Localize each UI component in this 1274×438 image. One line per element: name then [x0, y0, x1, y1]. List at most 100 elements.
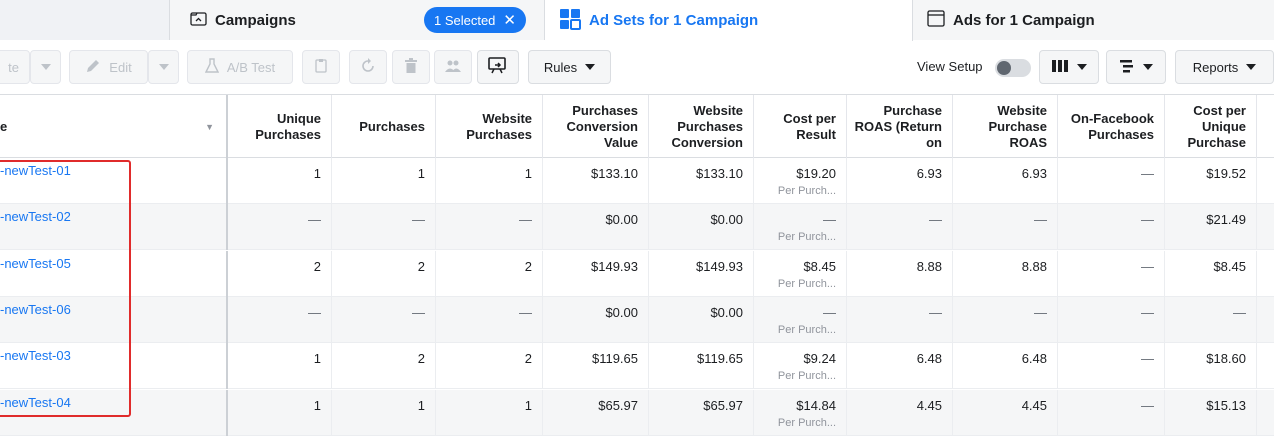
column-header[interactable]: Cost per Unique Purchase — [1165, 95, 1257, 158]
adset-name-link[interactable]: -newTest-06 — [0, 302, 71, 317]
table-row[interactable]: -newTest-01 1 1 1 $133.10 $133.10 $19.20 Per Pu… — [0, 158, 1274, 204]
table-row[interactable]: -newTest-06— — — $0.00 $0.00— Per Purch... — — —… — [0, 296, 1274, 343]
adset-name-link[interactable]: -newTest-03 — [0, 348, 71, 363]
name-column-header[interactable]: e ▼ — [0, 95, 228, 158]
metric-cell: — — [332, 204, 436, 251]
selected-count-pill[interactable]: 1 Selected ✕ — [423, 7, 526, 33]
ab-test-button[interactable]: A/B Test — [187, 50, 293, 84]
edit-button[interactable]: Edit — [69, 50, 148, 84]
metric-value: 1 — [417, 397, 425, 413]
metric-cell: $0.00 — [649, 296, 754, 343]
adset-name-link[interactable]: -newTest-02 — [0, 209, 71, 224]
column-header-label: Purchases Conversion Value — [566, 102, 638, 150]
metric-value: $149.93 — [696, 258, 743, 274]
column-header-label: Website Purchase ROAS — [988, 102, 1047, 150]
view-setup-toggle[interactable] — [995, 59, 1031, 77]
column-header-label: Website Purchases Conversion — [671, 102, 743, 150]
metric-value: $65.97 — [703, 397, 743, 413]
column-header-label: On-Facebook Purchases — [1070, 110, 1154, 142]
table-row[interactable]: -newTest-04 1 1 1 $65.97 $65.97 $14.84 Per Purc… — [0, 389, 1274, 436]
duplicate-dropdown[interactable] — [30, 50, 61, 84]
column-header[interactable]: Purchases Conversion Value — [543, 95, 649, 158]
flask-icon — [204, 57, 220, 77]
reports-button[interactable]: Reports — [1175, 50, 1274, 84]
refresh-button[interactable] — [349, 50, 387, 84]
adset-name-cell: -newTest-04 — [0, 389, 228, 436]
metric-value: — — [1141, 258, 1154, 274]
sort-caret-icon[interactable]: ▼ — [205, 119, 214, 135]
reports-label: Reports — [1192, 59, 1239, 75]
delete-button[interactable] — [392, 50, 430, 84]
metric-value: $0.00 — [710, 212, 743, 228]
metric-cell: — Per Purch... — [754, 296, 847, 343]
column-header[interactable]: On-Facebook Purchases — [1058, 95, 1165, 158]
metric-cell: — — [228, 204, 332, 251]
column-header[interactable]: Website Purchase ROAS — [953, 95, 1058, 158]
metric-value: — — [1141, 397, 1154, 413]
metric-value: — — [1141, 166, 1154, 181]
audience-button[interactable] — [434, 50, 472, 84]
chevron-down-icon — [40, 64, 51, 70]
tab-campaigns[interactable]: Campaigns 1 Selected ✕ — [170, 0, 545, 40]
metric-value: $9.24 — [803, 351, 836, 367]
column-header[interactable]: Unique Purchases — [228, 95, 332, 158]
breakdown-button[interactable] — [1106, 50, 1166, 84]
adset-name-link[interactable]: -newTest-05 — [0, 256, 71, 271]
ab-test-label: A/B Test — [226, 59, 276, 75]
tab-ads[interactable]: Ads for 1 Campaign — [913, 0, 1274, 40]
metric-value: — — [823, 304, 836, 320]
metric-value: $0.00 — [710, 304, 743, 320]
clear-selection-icon[interactable]: ✕ — [503, 13, 516, 28]
metric-cell: 4.45 — [847, 389, 953, 436]
metric-cell: 1 — [228, 389, 332, 436]
preview-icon — [488, 56, 508, 78]
metric-cell: $9.24 Per Purch... — [754, 343, 847, 390]
metric-cell: — — [228, 296, 332, 343]
adset-name-link[interactable]: -newTest-04 — [0, 395, 71, 410]
adset-name-link[interactable]: -newTest-01 — [0, 163, 71, 178]
metric-cell: $14.84 Per Purch... — [754, 389, 847, 436]
metric-cell: $19.20 Per Purch... — [754, 158, 847, 204]
column-header[interactable]: Cost per Result — [754, 95, 847, 158]
metric-cell: $119.65 — [649, 343, 754, 390]
refresh-icon — [360, 57, 376, 77]
metric-cell: — — [1165, 296, 1257, 343]
grid-icon — [559, 8, 581, 34]
adset-name-cell: -newTest-02 — [0, 204, 228, 251]
table-row[interactable]: -newTest-05 2 2 2 $149.93 $149.93 $8.45 Per Pur… — [0, 250, 1274, 297]
chevron-down-icon — [1143, 64, 1153, 70]
metric-value: $8.45 — [803, 258, 836, 274]
metric-cell: 2 — [436, 250, 543, 297]
metric-cell: $65.97 — [649, 389, 754, 436]
tab-adsets[interactable]: Ad Sets for 1 Campaign — [545, 0, 913, 41]
metric-value: 6.93 — [1021, 166, 1047, 181]
metric-value: 2 — [417, 351, 425, 367]
duplicate-button[interactable]: te — [0, 50, 30, 84]
clipboard-button[interactable] — [302, 50, 340, 84]
metric-cell: — — [1058, 204, 1165, 251]
column-header[interactable]: Website Purchases — [436, 95, 543, 158]
metric-value: 2 — [417, 258, 425, 274]
edit-dropdown[interactable] — [148, 50, 179, 84]
table-row[interactable]: -newTest-02— — — $0.00 $0.00— Per Purch... — — —… — [0, 204, 1274, 251]
tab-stub — [0, 0, 170, 40]
metric-value: — — [1141, 351, 1154, 367]
table-row[interactable]: -newTest-03 1 2 2 $119.65 $119.65 $9.24 Per Pur… — [0, 343, 1274, 390]
edit-label: Edit — [109, 59, 132, 75]
result-type-label: Per Purch... — [777, 416, 836, 429]
column-header[interactable]: Purchase ROAS (Return on — [847, 95, 953, 158]
metric-cell: — Per Purch... — [754, 204, 847, 251]
metric-value: $149.93 — [591, 258, 638, 274]
rules-button[interactable]: Rules — [528, 50, 611, 84]
preview-button[interactable] — [477, 50, 519, 84]
column-header[interactable]: Purchases — [332, 95, 436, 158]
name-column-label: e — [0, 118, 8, 134]
metric-cell: — — [847, 296, 953, 343]
clipboard-icon — [315, 58, 327, 76]
metric-cell: — — [1058, 296, 1165, 343]
columns-button[interactable] — [1039, 50, 1099, 84]
metric-cell: $15.13 — [1165, 389, 1257, 436]
metric-value: 2 — [313, 258, 321, 274]
column-header[interactable]: Website Purchases Conversion — [649, 95, 754, 158]
metric-cell: 2 — [228, 250, 332, 297]
